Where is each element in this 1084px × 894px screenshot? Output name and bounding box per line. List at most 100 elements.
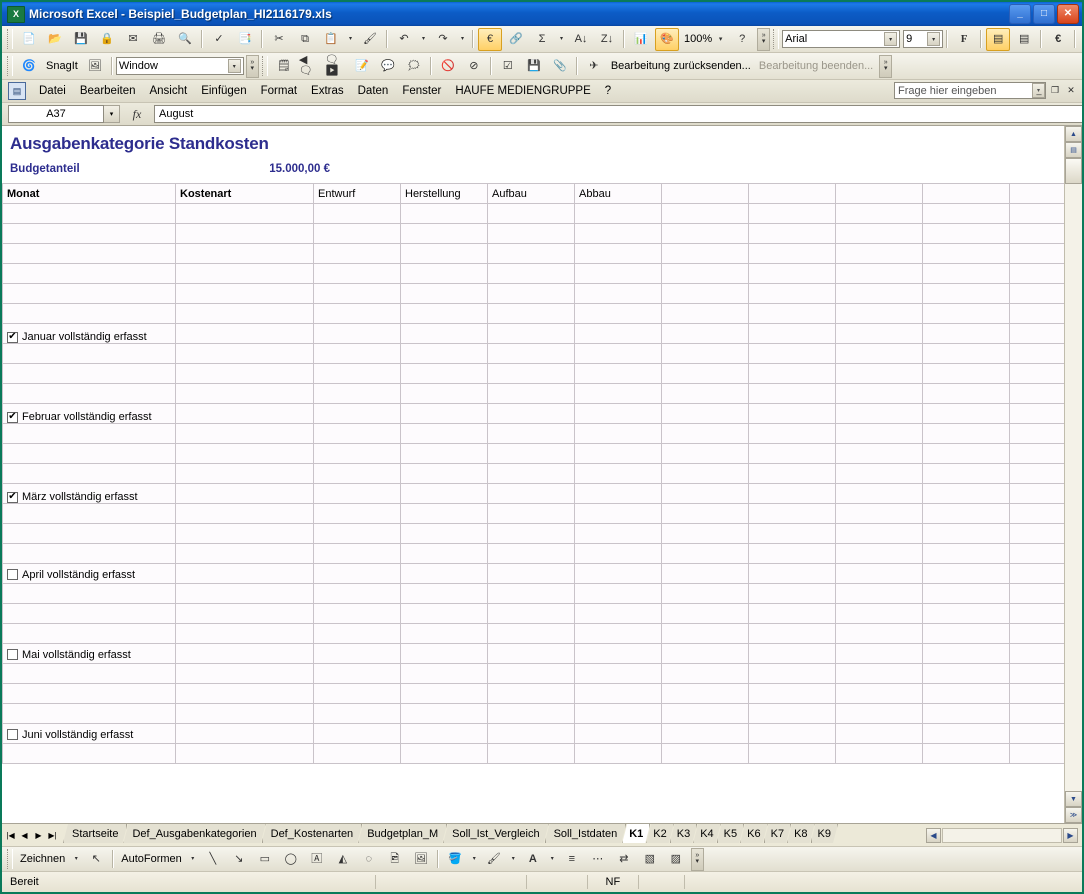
- data-cell[interactable]: [1009, 723, 1064, 744]
- review-grip[interactable]: [261, 56, 268, 76]
- summary-value[interactable]: [1009, 243, 1064, 264]
- data-cell[interactable]: [748, 643, 836, 664]
- tab-scroll-left-icon[interactable]: ◀: [926, 827, 941, 843]
- data-cell[interactable]: [400, 263, 488, 284]
- menu-item-datei[interactable]: Datei: [32, 83, 73, 99]
- data-cell[interactable]: [400, 343, 488, 364]
- data-cell[interactable]: [574, 283, 662, 304]
- data-cell[interactable]: [400, 723, 488, 744]
- last-sheet-icon[interactable]: ▶|: [46, 827, 59, 843]
- data-cell[interactable]: [835, 303, 923, 324]
- row-label[interactable]: [175, 383, 314, 404]
- month-complete-checkbox[interactable]: ✔ Januar vollständig erfasst: [7, 331, 147, 343]
- data-cell[interactable]: [748, 583, 836, 604]
- data-cell[interactable]: [574, 363, 662, 384]
- sheet-tab-k6[interactable]: K6: [740, 824, 767, 843]
- summary-value[interactable]: [922, 203, 1010, 224]
- print-icon[interactable]: 🖨: [147, 28, 171, 51]
- sheet-tab-def_kostenarten[interactable]: Def_Kostenarten: [262, 824, 363, 843]
- data-cell[interactable]: [661, 683, 749, 704]
- data-cell[interactable]: [313, 463, 401, 484]
- data-cell[interactable]: [1009, 623, 1064, 644]
- data-cell[interactable]: [661, 363, 749, 384]
- data-cell[interactable]: [748, 363, 836, 384]
- oval-icon[interactable]: ◯: [279, 848, 303, 871]
- sheet-tab-k1[interactable]: K1: [622, 824, 650, 843]
- data-cell[interactable]: [922, 503, 1010, 524]
- data-cell[interactable]: [661, 523, 749, 544]
- data-cell[interactable]: [661, 703, 749, 724]
- data-cell[interactable]: [1009, 543, 1064, 564]
- data-cell[interactable]: [313, 363, 401, 384]
- snagit-mode-select[interactable]: Window ▾: [115, 57, 244, 75]
- data-cell[interactable]: [1009, 663, 1064, 684]
- data-cell[interactable]: [487, 423, 575, 444]
- summary-value[interactable]: [487, 223, 575, 244]
- data-cell[interactable]: [835, 343, 923, 364]
- resize-grip-icon[interactable]: [1066, 875, 1080, 889]
- data-cell[interactable]: [1009, 643, 1064, 664]
- data-cell[interactable]: [313, 563, 401, 584]
- data-cell[interactable]: [400, 703, 488, 724]
- data-cell[interactable]: [313, 623, 401, 644]
- row-label[interactable]: [175, 703, 314, 724]
- data-cell[interactable]: [487, 483, 575, 504]
- data-cell[interactable]: [835, 483, 923, 504]
- data-cell[interactable]: [574, 383, 662, 404]
- summary-value[interactable]: [922, 223, 1010, 244]
- maximize-icon[interactable]: □: [1033, 4, 1055, 24]
- data-cell[interactable]: [313, 643, 401, 664]
- data-cell[interactable]: [835, 623, 923, 644]
- chevron-down-icon[interactable]: ▾: [927, 32, 941, 46]
- data-cell[interactable]: [487, 383, 575, 404]
- data-cell[interactable]: [400, 443, 488, 464]
- month-checkbox-cell[interactable]: ✔ Februar vollständig erfasst: [2, 403, 176, 424]
- data-cell[interactable]: [748, 543, 836, 564]
- data-cell[interactable]: [661, 423, 749, 444]
- row-label[interactable]: [175, 563, 314, 584]
- track-changes-icon[interactable]: ☑: [496, 55, 520, 78]
- snagit-label[interactable]: SnagIt: [42, 60, 82, 72]
- dash-style-icon[interactable]: ⋯: [586, 848, 610, 871]
- data-cell[interactable]: [574, 403, 662, 424]
- data-cell[interactable]: [835, 283, 923, 304]
- data-cell[interactable]: [487, 663, 575, 684]
- data-cell[interactable]: [400, 503, 488, 524]
- summary-value[interactable]: [487, 203, 575, 224]
- data-cell[interactable]: [1009, 603, 1064, 624]
- data-cell[interactable]: [400, 623, 488, 644]
- row-label[interactable]: [175, 323, 314, 344]
- sheet-tab-k3[interactable]: K3: [670, 824, 697, 843]
- data-cell[interactable]: [574, 303, 662, 324]
- summary-value[interactable]: [313, 203, 401, 224]
- bold-icon[interactable]: F: [952, 28, 976, 51]
- arrow-style-icon[interactable]: ⇄: [612, 848, 636, 871]
- row-label[interactable]: [175, 623, 314, 644]
- data-cell[interactable]: [313, 523, 401, 544]
- row-label[interactable]: [175, 343, 314, 364]
- data-cell[interactable]: [835, 603, 923, 624]
- data-cell[interactable]: [922, 723, 1010, 744]
- data-cell[interactable]: [313, 743, 401, 764]
- data-cell[interactable]: [1009, 343, 1064, 364]
- data-cell[interactable]: [661, 303, 749, 324]
- data-cell[interactable]: [1009, 403, 1064, 424]
- data-cell[interactable]: [922, 383, 1010, 404]
- summary-value[interactable]: [661, 203, 749, 224]
- sort-ascending-icon[interactable]: A↓: [569, 28, 593, 51]
- summary-value[interactable]: [574, 203, 662, 224]
- snagit-grip[interactable]: [7, 56, 13, 76]
- data-cell[interactable]: [574, 723, 662, 744]
- data-cell[interactable]: [1009, 523, 1064, 544]
- redo-dropdown-icon[interactable]: ▾: [457, 28, 468, 51]
- data-cell[interactable]: [487, 723, 575, 744]
- data-cell[interactable]: [661, 383, 749, 404]
- data-cell[interactable]: [922, 443, 1010, 464]
- picture-icon[interactable]: 🖼: [409, 848, 433, 871]
- data-cell[interactable]: [922, 423, 1010, 444]
- data-cell[interactable]: [400, 303, 488, 324]
- data-cell[interactable]: [313, 703, 401, 724]
- data-cell[interactable]: [1009, 443, 1064, 464]
- data-cell[interactable]: [313, 343, 401, 364]
- data-cell[interactable]: [487, 283, 575, 304]
